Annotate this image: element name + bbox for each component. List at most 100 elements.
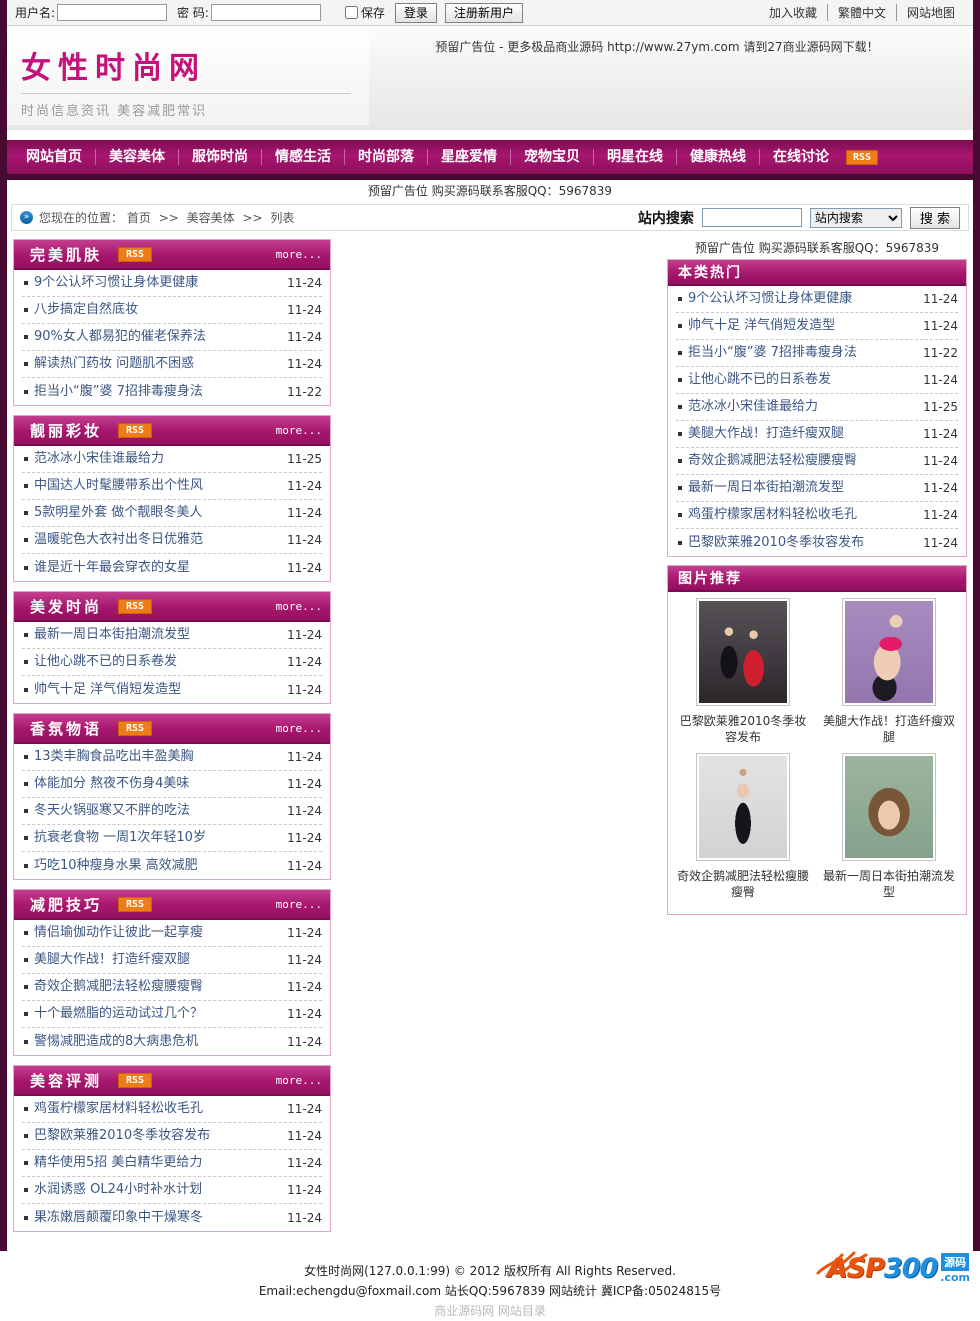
rss-badge[interactable]: RSS (118, 598, 153, 614)
username-input[interactable] (57, 4, 168, 21)
ad-banner[interactable]: 预留广告位 购买源码联系客服QQ：5967839 (7, 180, 973, 202)
nav-item[interactable]: 网站首页 (13, 149, 96, 165)
article-link[interactable]: 美腿大作战！打造纤瘦双腿 (688, 421, 844, 447)
article-link[interactable]: 巴黎欧莱雅2010冬季妆容发布 (688, 530, 864, 556)
search-input[interactable] (701, 208, 802, 227)
more-link[interactable]: more... (276, 722, 322, 735)
topbar-link[interactable]: 繁體中文 (826, 4, 896, 21)
nav-item[interactable]: 时尚部落 (345, 149, 428, 165)
bullet-icon (678, 540, 682, 545)
asp300-logo[interactable]: ASP 300 源码 .com (800, 1251, 970, 1311)
article-date: 11-24 (287, 560, 322, 575)
remember-label: 保存 (360, 6, 385, 20)
article-link[interactable]: 水润诱惑 OL24小时补水计划 (34, 1177, 202, 1203)
more-link[interactable]: more... (276, 600, 322, 613)
breadcrumb-current[interactable]: 列表 (270, 211, 294, 225)
article-link[interactable]: 让他心跳不已的日系卷发 (34, 649, 177, 675)
article-link[interactable]: 让他心跳不已的日系卷发 (688, 367, 831, 393)
nav-rss-badge[interactable]: RSS (846, 149, 879, 165)
remember-checkbox[interactable] (344, 6, 358, 19)
article-link[interactable]: 帅气十足 洋气俏短发造型 (688, 313, 835, 339)
rss-badge[interactable]: RSS (118, 720, 153, 736)
rss-badge[interactable]: RSS (118, 896, 153, 912)
hot-article-row: 范冰冰小宋佳谁最给力 11-25 (676, 394, 958, 421)
article-link[interactable]: 奇效企鹅减肥法轻松瘦腰瘦臀 (688, 448, 857, 474)
rss-badge[interactable]: RSS (118, 422, 153, 438)
article-link[interactable]: 冬天火锅驱寒又不胖的吃法 (34, 798, 190, 824)
article-link[interactable]: 巧吃10种瘦身水果 高效减肥 (34, 853, 198, 879)
article-link[interactable]: 最新一周日本街拍潮流发型 (688, 475, 844, 501)
breadcrumb-category-link[interactable]: 美容美体 (187, 211, 235, 225)
more-link[interactable]: more... (276, 1074, 322, 1087)
article-link[interactable]: 解读热门药妆 问题肌不困惑 (34, 351, 194, 377)
article-date: 11-24 (287, 1129, 322, 1143)
pic-caption-link[interactable]: 巴黎欧莱雅2010冬季妆容发布 (670, 713, 816, 745)
nav-item[interactable]: 宠物宝贝 (511, 149, 594, 165)
article-link[interactable]: 八步搞定自然底妆 (34, 297, 138, 323)
header-ad-text[interactable]: 预留广告位 - 更多极品商业源码 http://www.27ym.com 请到2… (377, 38, 937, 55)
nav-item[interactable]: 情感生活 (262, 149, 345, 165)
password-input[interactable] (210, 4, 321, 21)
article-date: 11-24 (287, 357, 322, 371)
article-link[interactable]: 抗衰老食物 一周1次年轻10岁 (34, 825, 206, 851)
rss-badge[interactable]: RSS (118, 246, 153, 262)
article-link[interactable]: 范冰冰小宋佳谁最给力 (688, 394, 818, 420)
article-link[interactable]: 果冻嫩唇颠覆印象中干燥寒冬 (34, 1205, 203, 1231)
topbar-link[interactable]: 加入收藏 (759, 4, 827, 21)
article-link[interactable]: 鸡蛋柠檬家居材料轻松收毛孔 (688, 502, 857, 528)
article-link[interactable]: 巴黎欧莱雅2010冬季妆容发布 (34, 1123, 210, 1149)
nav-item[interactable]: 在线讨论 (760, 149, 842, 165)
search-scope-select[interactable]: 站内搜索 (809, 207, 902, 228)
topbar-link[interactable]: 网站地图 (895, 4, 965, 21)
article-link[interactable]: 精华使用5招 美白精华更给力 (34, 1150, 202, 1176)
article-link[interactable]: 最新一周日本街拍潮流发型 (34, 622, 190, 648)
article-link[interactable]: 9个公认坏习惯让身体更健康 (34, 270, 198, 296)
article-link[interactable]: 90%女人都易犯的催老保养法 (34, 324, 206, 350)
rss-badge[interactable]: RSS (118, 1072, 153, 1088)
article-link[interactable]: 美腿大作战！打造纤瘦双腿 (34, 947, 190, 973)
article-link[interactable]: 十个最燃脂的运动试过几个？ (34, 1001, 203, 1027)
article-link[interactable]: 奇效企鹅减肥法轻松瘦腰瘦臀 (34, 974, 203, 1000)
nav-item[interactable]: 星座爱情 (428, 149, 511, 165)
more-link[interactable]: more... (276, 248, 322, 261)
bullet-icon (24, 809, 28, 813)
article-link[interactable]: 谁是近十年最会穿衣的女星 (34, 555, 190, 581)
nav-item[interactable]: 美容美体 (96, 149, 179, 165)
pic-caption-link[interactable]: 最新一周日本街拍潮流发型 (816, 868, 962, 900)
site-logo[interactable]: 女性时尚网 (21, 43, 369, 87)
nav-item[interactable]: 服饰时尚 (179, 149, 262, 165)
article-link[interactable]: 13类丰胸食品吃出丰盈美胸 (34, 744, 194, 770)
article-link[interactable]: 帅气十足 洋气俏短发造型 (34, 677, 181, 703)
login-button[interactable]: 登录 (394, 2, 437, 23)
nav-item[interactable]: 健康热线 (677, 149, 760, 165)
photo-leg-workout[interactable] (842, 598, 936, 706)
search-button[interactable]: 搜 索 (909, 206, 960, 229)
register-button[interactable]: 注册新用户 (444, 2, 523, 23)
photo-loreal-event[interactable] (696, 598, 790, 706)
breadcrumb-separator: >> (158, 211, 179, 225)
article-link[interactable]: 拒当小“腹”婆 7招排毒瘦身法 (688, 340, 857, 366)
more-link[interactable]: more... (276, 424, 322, 437)
article-link[interactable]: 情侣瑜伽动作让彼此一起享瘦 (34, 920, 203, 946)
article-link[interactable]: 警惕减肥造成的8大病患危机 (34, 1029, 198, 1055)
pic-caption-link[interactable]: 美腿大作战！打造纤瘦双腿 (816, 713, 962, 745)
photo-black-dress[interactable] (696, 753, 790, 861)
article-link[interactable]: 拒当小“腹”婆 7招排毒瘦身法 (34, 379, 203, 405)
article-link[interactable]: 温暖驼色大衣衬出冬日优雅范 (34, 527, 203, 553)
article-link[interactable]: 鸡蛋柠檬家居材料轻松收毛孔 (34, 1096, 203, 1122)
article-link[interactable]: 体能加分 熬夜不伤身4美味 (34, 771, 189, 797)
sidebar-ad-text[interactable]: 预留广告位 购买源码联系客服QQ：5967839 (667, 239, 967, 259)
box-title: 香氛物语 (30, 719, 103, 738)
article-row: 拒当小“腹”婆 7招排毒瘦身法 11-22 (22, 378, 322, 405)
article-link[interactable]: 5款明星外套 做个靓眼冬美人 (34, 500, 202, 526)
nav-item[interactable]: 明星在线 (594, 149, 677, 165)
pic-caption-link[interactable]: 奇效企鹅减肥法轻松瘦腰瘦臀 (670, 868, 816, 900)
article-link[interactable]: 范冰冰小宋佳谁最给力 (34, 446, 164, 472)
asp300-yuanma-label: 源码 (941, 1253, 970, 1271)
article-link[interactable]: 中国达人时髦腰带系出个性风 (34, 473, 203, 499)
more-link[interactable]: more... (276, 898, 322, 911)
article-date: 11-24 (287, 628, 322, 642)
photo-hairstyle[interactable] (842, 753, 936, 861)
breadcrumb-home-link[interactable]: 首页 (127, 211, 151, 225)
article-link[interactable]: 9个公认坏习惯让身体更健康 (688, 286, 852, 312)
